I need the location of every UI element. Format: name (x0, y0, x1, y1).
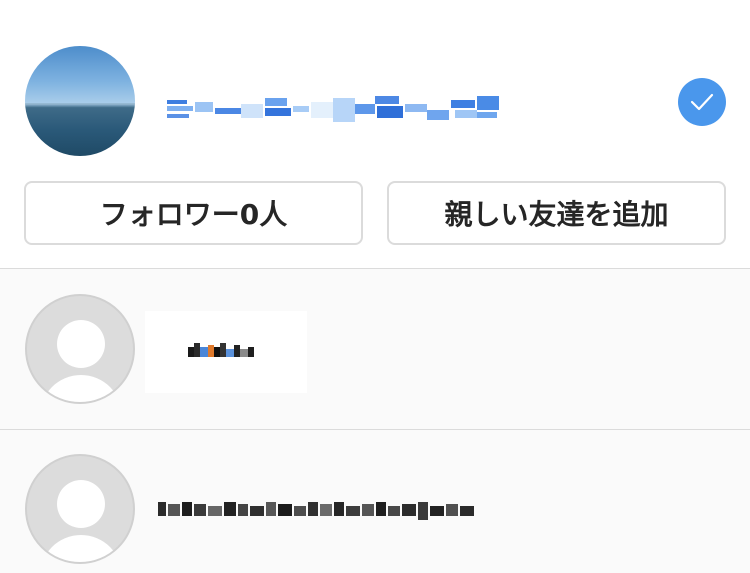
user-silhouette-icon (57, 480, 105, 528)
add-close-friends-button[interactable]: 親しい友達を追加 (387, 181, 726, 245)
profile-header: フォロワー0人 親しい友達を追加 (0, 0, 750, 268)
user-avatar-placeholder (25, 294, 135, 404)
user-silhouette-body (40, 535, 122, 562)
followers-button[interactable]: フォロワー0人 (24, 181, 363, 245)
checkmark-icon (690, 93, 714, 111)
user-avatar-placeholder (25, 454, 135, 564)
list-item[interactable] (0, 430, 750, 573)
redacted-username-graphic (167, 96, 499, 122)
redacted-username (165, 92, 500, 124)
verified-check-badge[interactable] (678, 78, 726, 126)
avatar-horizon (25, 103, 135, 105)
list-item-label (145, 311, 307, 393)
redacted-username-graphic (188, 343, 254, 357)
user-silhouette-icon (57, 320, 105, 368)
profile-avatar[interactable] (25, 46, 135, 156)
list-item[interactable] (0, 269, 750, 429)
user-silhouette-body (40, 375, 122, 402)
redacted-username-graphic (158, 502, 474, 520)
